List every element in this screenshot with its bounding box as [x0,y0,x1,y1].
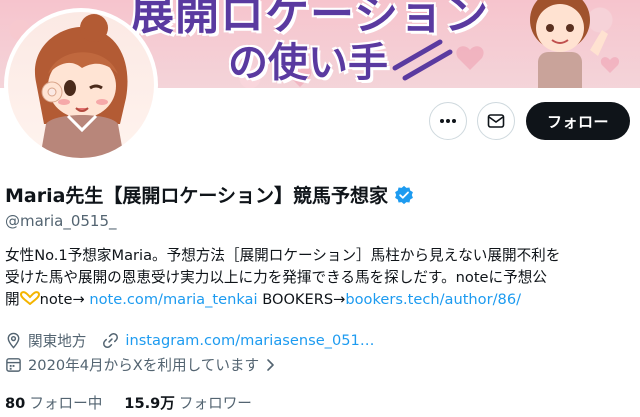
location-text: 関東地方 [28,333,87,350]
profile-meta: 関東地方 instagram.com/mariasense_051… [5,330,390,351]
bio-line: 受けた馬や展開の恩恵受け実力以上に力を発揮できる馬を探しだす。noteに予想公 [5,269,547,286]
profile-avatar[interactable] [4,8,158,162]
followers-count: 15.9万 [124,395,175,412]
banner-subtitle: の使い手 [228,40,388,86]
bookers-link[interactable]: bookers.tech/author/86/ [345,291,521,308]
link-icon [103,333,119,348]
more-options-button[interactable] [429,102,467,140]
follow-button[interactable]: フォロー [526,102,630,140]
bio-text: note→ [39,291,90,308]
following-stat[interactable]: 80 フォロー中 [5,392,102,413]
bio-text: 開 [5,291,20,308]
calendar-icon [6,358,21,372]
chevron-right-icon [267,358,274,371]
heart-hands-emoji-icon [19,291,40,306]
profile-handle: @maria_0515_ [5,212,117,230]
followers-stat[interactable]: 15.9万 フォロワー [124,392,252,413]
bio-line: 女性No.1予想家Maria。予想方法［展開ロケーション］馬柱から見えない展開不… [5,247,561,264]
profile-name-row: Maria先生【展開ロケーション】競馬予想家 [5,181,414,208]
avatar-illustration [34,14,128,158]
joined-item[interactable]: 2020年4月からXを利用しています [5,354,277,375]
following-count: 80 [5,395,26,412]
profile-joined-row[interactable]: 2020年4月からXを利用しています [5,354,293,375]
mail-icon [487,114,505,128]
location-pin-icon [7,332,20,349]
message-button[interactable] [477,102,515,140]
banner-character-illustration [530,0,608,88]
joined-text: 2020年4月からXを利用しています [28,357,260,374]
followers-label: フォロワー [178,395,252,412]
note-link[interactable]: note.com/maria_tenkai [89,291,257,308]
profile-bio: 女性No.1予想家Maria。予想方法［展開ロケーション］馬柱から見えない展開不… [5,245,635,311]
bio-text: BOOKERS→ [257,291,346,308]
verified-badge-icon[interactable] [394,185,414,205]
profile-stats: 80 フォロー中 15.9万 フォロワー [5,392,274,413]
profile-name: Maria先生【展開ロケーション】競馬予想家 [5,185,389,207]
website-link[interactable]: instagram.com/mariasense_051… [125,332,374,349]
more-icon [440,119,456,123]
website-item[interactable]: instagram.com/mariasense_051… [102,332,374,349]
following-label: フォロー中 [29,395,103,412]
bio-line: 開 note→ note.com/maria_tenkai BOOKERS→boo… [5,289,635,311]
location-item: 関東地方 [5,330,86,351]
